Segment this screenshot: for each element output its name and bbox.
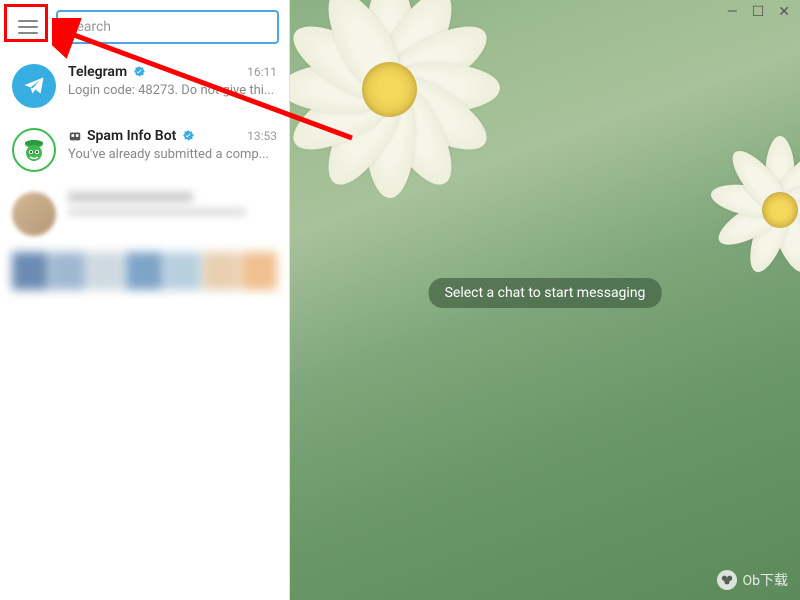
menu-button[interactable] bbox=[10, 9, 46, 45]
watermark: Ob下载 bbox=[717, 570, 789, 590]
maximize-button[interactable]: ☐ bbox=[752, 5, 765, 19]
chat-list: Telegram 16:11 Login code: 48273. Do not… bbox=[0, 54, 289, 600]
background-flower bbox=[700, 130, 800, 290]
empty-state-message: Select a chat to start messaging bbox=[429, 278, 662, 308]
search-input[interactable] bbox=[56, 10, 279, 44]
avatar-telegram bbox=[12, 64, 56, 108]
verified-icon bbox=[132, 65, 147, 80]
chat-preview: You've already submitted a comp... bbox=[68, 147, 277, 162]
verified-icon bbox=[181, 129, 196, 144]
chat-time: 16:11 bbox=[247, 65, 277, 79]
bot-avatar-icon bbox=[19, 135, 49, 165]
chat-item-blurred[interactable] bbox=[0, 182, 289, 246]
avatar-spam-bot bbox=[12, 128, 56, 172]
chat-preview: Login code: 48273. Do not give thi... bbox=[68, 83, 277, 98]
window-controls: — ☐ ✕ bbox=[717, 0, 800, 24]
chat-item-telegram[interactable]: Telegram 16:11 Login code: 48273. Do not… bbox=[0, 54, 289, 118]
chat-title: Spam Info Bot bbox=[87, 128, 176, 144]
chat-time: 13:53 bbox=[247, 129, 277, 143]
bot-type-icon bbox=[68, 129, 82, 143]
watermark-text: Ob下载 bbox=[743, 570, 789, 590]
chat-content: Spam Info Bot 13:53 You've already submi… bbox=[68, 128, 277, 162]
chat-title: Telegram bbox=[68, 64, 127, 80]
background-flower bbox=[290, 0, 510, 210]
telegram-icon bbox=[22, 74, 46, 98]
sidebar: Telegram 16:11 Login code: 48273. Do not… bbox=[0, 0, 290, 600]
watermark-icon bbox=[717, 570, 737, 590]
sidebar-header bbox=[0, 0, 289, 54]
avatar-blurred bbox=[12, 192, 56, 236]
blurred-row bbox=[0, 246, 289, 296]
chat-item-spam-bot[interactable]: Spam Info Bot 13:53 You've already submi… bbox=[0, 118, 289, 182]
close-button[interactable]: ✕ bbox=[778, 5, 790, 19]
main-area: Select a chat to start messaging Ob下载 bbox=[290, 0, 800, 600]
chat-content-blurred bbox=[68, 192, 277, 216]
chat-content: Telegram 16:11 Login code: 48273. Do not… bbox=[68, 64, 277, 98]
hamburger-icon bbox=[18, 20, 38, 34]
minimize-button[interactable]: — bbox=[727, 5, 738, 19]
